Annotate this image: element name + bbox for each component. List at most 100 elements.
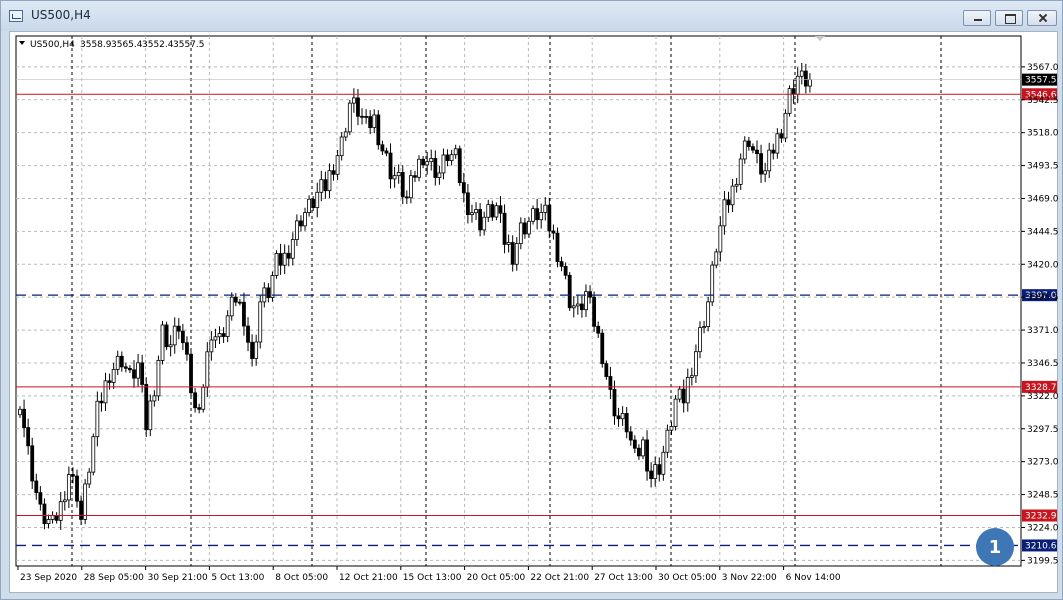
candle (347, 99, 352, 136)
candle (343, 127, 348, 142)
y-tick-label: 3567.0 (1027, 63, 1059, 73)
candle-body-down (612, 389, 617, 417)
candle-body-down (123, 366, 128, 369)
candle-body-up (775, 133, 780, 154)
candle (742, 136, 747, 164)
candle-body-up (229, 296, 234, 317)
candle (657, 457, 662, 482)
candle (34, 473, 39, 500)
candle (702, 320, 706, 334)
close-button[interactable] (1027, 10, 1057, 26)
candle (425, 152, 430, 175)
candle-body-down (250, 341, 254, 359)
candle-body-up (58, 501, 63, 521)
candle (592, 291, 597, 332)
candle-body-up (698, 327, 702, 353)
candle-body-down (726, 199, 731, 206)
candle (388, 143, 393, 189)
maximize-button[interactable] (995, 10, 1023, 26)
candle-body-up (734, 183, 739, 187)
candle-body-up (575, 303, 580, 307)
chart-menu-triangle-icon[interactable] (19, 41, 25, 45)
candle (514, 237, 519, 271)
candle-body-down (30, 445, 35, 482)
candle (502, 204, 507, 254)
candle (217, 326, 222, 345)
candle (339, 132, 344, 161)
candle (152, 390, 157, 407)
y-tick-label: 3224.0 (1027, 523, 1059, 533)
candle (669, 421, 674, 436)
candle-body-up (584, 291, 588, 311)
candle-body-up (514, 243, 519, 265)
candle (571, 296, 576, 318)
candle (95, 391, 100, 447)
candle-body-up (787, 88, 792, 114)
candle (254, 334, 259, 366)
x-tick-label: 8 Oct 05:00 (275, 573, 328, 583)
y-tick-label: 3469.0 (1027, 194, 1059, 204)
info-symbol: US500,H4 (30, 40, 75, 50)
candle (449, 149, 454, 166)
candle (404, 190, 409, 205)
title-bar[interactable]: US500,H4 (1, 1, 1062, 31)
candle-body-up (718, 225, 723, 253)
minimize-button[interactable] (963, 10, 991, 26)
candle-body-up (408, 175, 413, 199)
candle-body-up (372, 114, 377, 128)
y-tick-label: 3395.5 (1027, 293, 1059, 303)
candle (189, 348, 193, 399)
candle (221, 327, 226, 343)
candle-body-down (555, 232, 560, 262)
candle-body-up (225, 315, 230, 337)
candle (83, 479, 88, 525)
chart-area[interactable]: 3546.6 3397.0 3328.7 3232.9 3210.6 3557.5 356… (9, 31, 1059, 594)
candle-body-up (437, 172, 442, 178)
candle (30, 437, 35, 490)
candle-body-down (681, 388, 686, 404)
candle-body-up (156, 360, 161, 397)
candle-body-up (506, 242, 511, 245)
candle-body-up (641, 439, 645, 457)
candle-body-down (751, 146, 755, 151)
x-tick-label: 27 Oct 13:00 (594, 573, 653, 583)
candle (734, 177, 739, 193)
candle-body-up (343, 131, 348, 138)
candle (649, 462, 654, 488)
candle-body-down (180, 330, 185, 344)
candle-body-down (26, 427, 31, 447)
candle-body-down (266, 287, 271, 298)
candle-body-down (193, 392, 197, 409)
candle (119, 351, 124, 372)
candle (62, 491, 67, 511)
candle (380, 140, 385, 155)
candle-body-down (71, 474, 75, 477)
candle (360, 108, 364, 125)
grid (15, 35, 1022, 567)
candle-body-down (278, 253, 283, 266)
candle (531, 205, 535, 225)
candle-body-down (360, 115, 364, 118)
candle-body-up (209, 339, 214, 353)
candle-body-up (335, 155, 340, 175)
candlestick-chart[interactable]: 3546.63397.03328.73232.93210.63557.5 356… (10, 32, 1059, 594)
candle-body-down (242, 301, 246, 327)
candle-body-up (543, 204, 548, 213)
candle (759, 144, 763, 183)
y-tick-label: 3273.0 (1027, 458, 1059, 468)
candle (551, 224, 556, 240)
candle (99, 392, 104, 412)
candle-body-up (115, 355, 120, 370)
candle-body-up (347, 102, 352, 133)
candle-body-up (706, 301, 711, 327)
candle (233, 293, 238, 307)
candle (604, 360, 609, 380)
candle-body-up (290, 239, 295, 259)
candle (376, 110, 381, 150)
candle-body-down (22, 408, 26, 428)
candle (620, 406, 625, 426)
candle-body-down (465, 192, 470, 215)
candle-body-up (730, 185, 735, 206)
x-tick-label: 6 Nov 14:00 (786, 573, 841, 583)
info-close: 3557.5 (173, 40, 205, 50)
